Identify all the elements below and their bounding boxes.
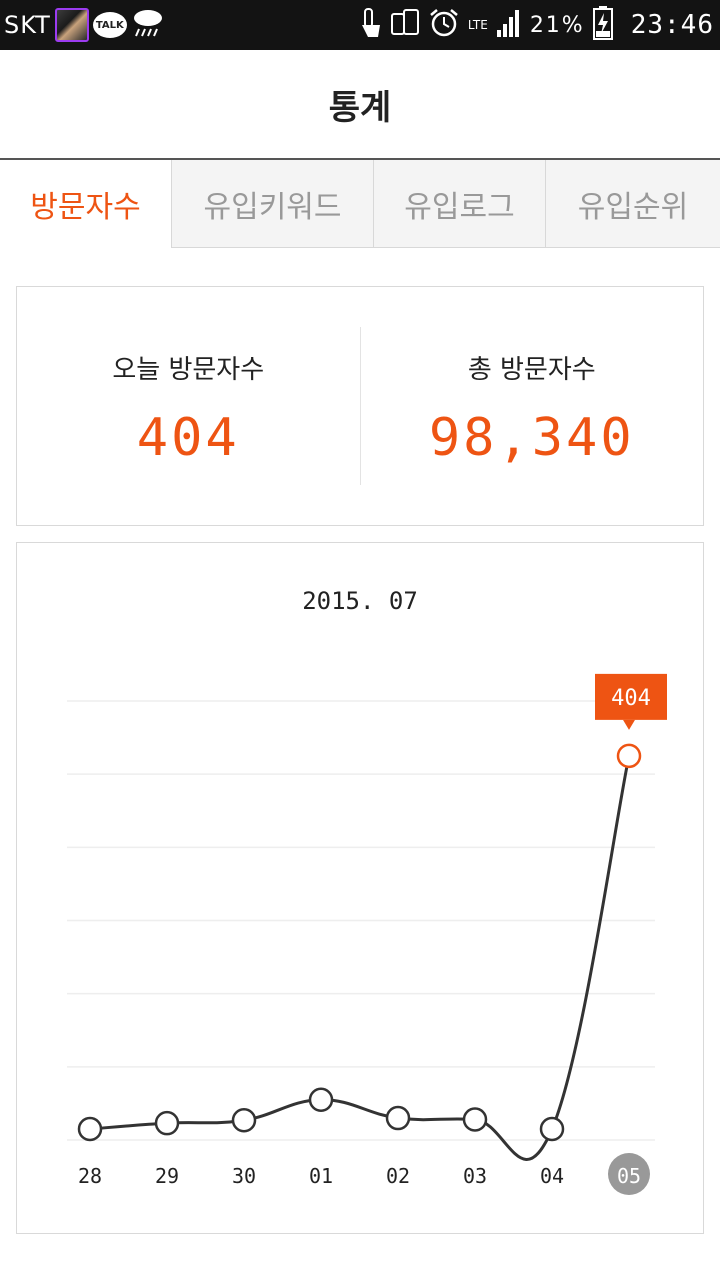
app-header: 통계: [0, 50, 720, 160]
today-visitors-label: 오늘 방문자수: [112, 355, 265, 385]
x-tick-label[interactable]: 02: [386, 1164, 410, 1188]
signal-strength-icon: [496, 8, 522, 42]
x-tick-label[interactable]: 30: [232, 1164, 256, 1188]
today-visitors: 오늘 방문자수 404: [17, 287, 360, 525]
visitor-chart-card: 2015. 07 28 29 30 01 02 03 04 05 404: [16, 542, 704, 1234]
data-point[interactable]: [385, 1105, 411, 1131]
lte-indicator: LTE: [467, 18, 488, 32]
status-bar: SKT TALK LTE 21% 23:46: [0, 0, 720, 50]
alarm-clock-icon: [428, 7, 460, 43]
x-tick-label[interactable]: 04: [540, 1164, 564, 1188]
tooltip-value: 404: [611, 686, 651, 711]
weather-rain-icon: [131, 8, 165, 42]
data-point[interactable]: [462, 1107, 488, 1132]
x-tick-label[interactable]: 28: [78, 1164, 102, 1188]
tab-inflow-log[interactable]: 유입로그: [374, 160, 546, 248]
battery-percent: 21%: [529, 12, 585, 38]
data-point[interactable]: [77, 1116, 103, 1142]
tab-visitors[interactable]: 방문자수: [0, 160, 172, 248]
tab-bar: 방문자수 유입키워드 유입로그 유입순위: [0, 160, 720, 248]
data-point[interactable]: [539, 1116, 565, 1142]
total-visitors: 총 방문자수 98,340: [361, 287, 704, 525]
today-visitors-value: 404: [136, 408, 240, 468]
touch-icon: [358, 7, 382, 43]
x-tick-label[interactable]: 01: [309, 1164, 333, 1188]
notification-avatar-icon: [54, 8, 89, 42]
visitor-summary-card: 오늘 방문자수 404 총 방문자수 98,340: [16, 286, 704, 526]
kakaotalk-icon: TALK: [92, 12, 127, 38]
data-point[interactable]: [616, 743, 642, 769]
screen-mirror-icon: [390, 8, 420, 42]
x-tick-label[interactable]: 03: [463, 1164, 487, 1188]
data-point[interactable]: [308, 1087, 334, 1113]
data-point[interactable]: [154, 1110, 180, 1136]
tab-inflow-ranking[interactable]: 유입순위: [546, 160, 720, 248]
page-title: 통계: [328, 87, 392, 128]
carrier-label: SKT: [4, 11, 51, 39]
x-tick-label[interactable]: 29: [155, 1164, 179, 1188]
series-line: [89, 755, 631, 1161]
x-tick-label[interactable]: 05: [617, 1164, 641, 1188]
tooltip-pointer: [623, 719, 635, 730]
chart-title: 2015. 07: [302, 587, 418, 615]
data-point[interactable]: [231, 1107, 257, 1133]
total-visitors-value: 98,340: [428, 408, 635, 468]
battery-charging-icon: [592, 6, 613, 44]
tab-inflow-keywords[interactable]: 유입키워드: [172, 160, 374, 248]
clock: 23:46: [630, 10, 714, 40]
total-visitors-label: 총 방문자수: [467, 355, 596, 385]
visitor-line-chart: 2015. 07 28 29 30 01 02 03 04 05 404: [67, 587, 667, 1195]
